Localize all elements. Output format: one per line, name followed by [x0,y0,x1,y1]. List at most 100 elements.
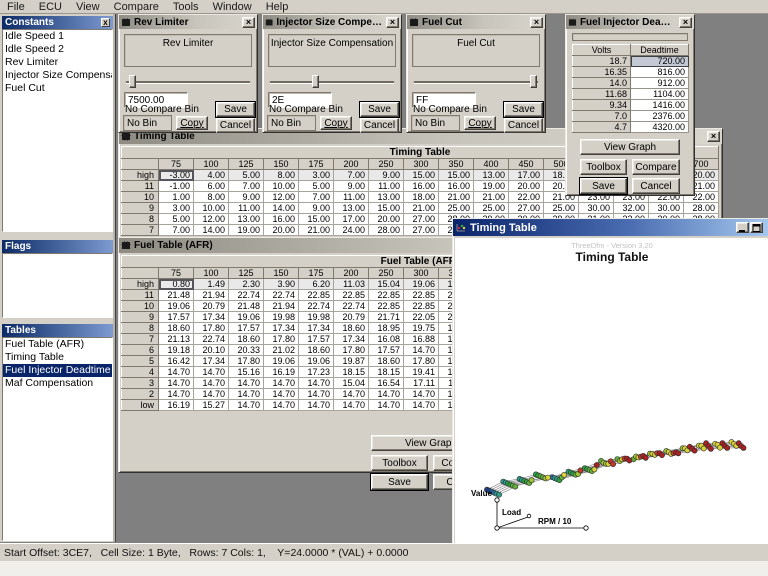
table-cell[interactable]: 16.08 [369,334,404,345]
table-cell[interactable]: 16.19 [159,400,194,411]
table-cell[interactable]: 6.00 [194,181,229,192]
list-item[interactable]: Fuel Cut [3,82,112,95]
table-cell[interactable]: 4320.00 [631,122,689,133]
table-cell[interactable]: 22.74 [264,290,299,301]
table-cell[interactable]: 6.20 [299,279,334,290]
row-header[interactable]: 2 [122,389,159,400]
table-cell[interactable]: 14.70 [299,389,334,400]
table-cell[interactable]: 16.19 [264,367,299,378]
row-header[interactable]: 4 [122,367,159,378]
graph-canvas[interactable]: ThreeDfm - Version 3.20 Timing Table Val… [455,238,768,543]
table-cell[interactable]: 17.34 [194,356,229,367]
table-cell[interactable]: 22.00 [509,192,544,203]
table-cell[interactable]: 21.94 [194,290,229,301]
table-cell[interactable]: 22.74 [194,334,229,345]
table-cell[interactable]: 9.00 [334,181,369,192]
row-header[interactable]: low [122,400,159,411]
table-cell[interactable]: 19.18 [159,345,194,356]
save-button[interactable]: Save [216,102,255,117]
table-cell[interactable]: 9.00 [369,170,404,181]
table-cell[interactable]: 28.00 [684,203,719,214]
column-header[interactable]: 300 [404,268,439,279]
column-header[interactable]: 250 [369,268,404,279]
table-cell[interactable]: 15.04 [369,279,404,290]
copy-button[interactable]: Copy [464,116,496,130]
list-item[interactable]: Rev Limiter [3,56,112,69]
deadtime-titlebar[interactable]: Fuel Injector Deadtime × [566,15,694,29]
column-header[interactable]: 250 [369,159,404,170]
table-cell[interactable]: 16.00 [264,214,299,225]
table-cell[interactable]: 720.00 [631,56,689,67]
list-item[interactable]: Injector Size Compensation [3,69,112,82]
table-cell[interactable]: 18.7 [573,56,631,67]
view-graph-button[interactable]: View Graph [580,139,680,155]
table-cell[interactable]: 17.34 [334,334,369,345]
table-cell[interactable]: 17.80 [194,323,229,334]
table-cell[interactable]: 11.00 [369,181,404,192]
table-cell[interactable]: 16.88 [404,334,439,345]
table-cell[interactable]: 14.70 [334,400,369,411]
table-cell[interactable]: 18.60 [229,334,264,345]
table-cell[interactable]: 22.74 [299,301,334,312]
injector-size-titlebar[interactable]: Injector Size Compensati... × [263,15,401,29]
rev-limiter-titlebar[interactable]: Rev Limiter × [119,15,257,29]
compare-button[interactable]: Compare [632,159,680,175]
list-item[interactable]: Fuel Table (AFR) [3,338,112,351]
table-cell[interactable]: 22.85 [299,290,334,301]
table-cell[interactable]: 19.75 [404,323,439,334]
row-header[interactable]: 11 [122,290,159,301]
row-header[interactable]: 10 [122,192,159,203]
table-cell[interactable]: 17.57 [299,334,334,345]
table-cell[interactable]: 18.60 [369,356,404,367]
maximize-icon[interactable] [750,222,763,233]
table-cell[interactable]: 13.00 [474,170,509,181]
table-cell[interactable]: 16.35 [573,67,631,78]
table-cell[interactable]: 21.00 [439,192,474,203]
table-cell[interactable]: 14.70 [334,389,369,400]
table-cell[interactable]: 25.00 [474,203,509,214]
save-button[interactable]: Save [371,474,428,490]
table-cell[interactable]: 22.85 [404,290,439,301]
table-cell[interactable]: 22.85 [369,290,404,301]
list-item[interactable]: Fuel Injector Deadtime [3,364,112,377]
table-cell[interactable]: 21.94 [264,301,299,312]
table-cell[interactable]: 11.68 [573,89,631,100]
table-cell[interactable]: 11.00 [334,192,369,203]
copy-button[interactable]: Copy [176,116,208,130]
close-icon[interactable]: × [530,17,543,28]
table-cell[interactable]: 14.70 [229,378,264,389]
table-cell[interactable]: 17.57 [159,312,194,323]
table-cell[interactable]: 16.54 [369,378,404,389]
table-cell[interactable]: 14.70 [299,378,334,389]
table-cell[interactable]: 1.49 [194,279,229,290]
row-header[interactable]: 7 [122,225,159,236]
table-cell[interactable]: 14.70 [264,400,299,411]
table-cell[interactable]: 20.79 [194,301,229,312]
table-cell[interactable]: 30.00 [579,203,614,214]
column-header[interactable]: 175 [299,159,334,170]
table-cell[interactable]: 19.41 [404,367,439,378]
table-cell[interactable]: 22.85 [369,301,404,312]
column-header[interactable]: 350 [439,159,474,170]
table-cell[interactable]: 18.60 [299,345,334,356]
row-header[interactable]: 9 [122,203,159,214]
table-cell[interactable]: 17.34 [299,323,334,334]
row-header[interactable]: high [122,279,159,290]
table-cell[interactable]: 0.80 [159,279,194,290]
table-cell[interactable]: 14.70 [369,389,404,400]
row-header[interactable]: high [122,170,159,181]
close-icon[interactable]: × [386,17,399,28]
table-cell[interactable]: 30.00 [649,203,684,214]
table-cell[interactable]: 16.00 [439,181,474,192]
save-button[interactable]: Save [580,178,627,194]
menu-item-help[interactable]: Help [259,1,296,13]
table-cell[interactable]: 19.06 [264,356,299,367]
table-cell[interactable]: 10.00 [264,181,299,192]
table-cell[interactable]: 19.00 [474,181,509,192]
table-cell[interactable]: 16.42 [159,356,194,367]
column-header[interactable]: 300 [404,159,439,170]
cancel-button[interactable]: Cancel [632,178,680,194]
table-cell[interactable]: 21.71 [369,312,404,323]
table-cell[interactable]: 13.00 [369,192,404,203]
close-icon[interactable]: × [679,17,692,28]
